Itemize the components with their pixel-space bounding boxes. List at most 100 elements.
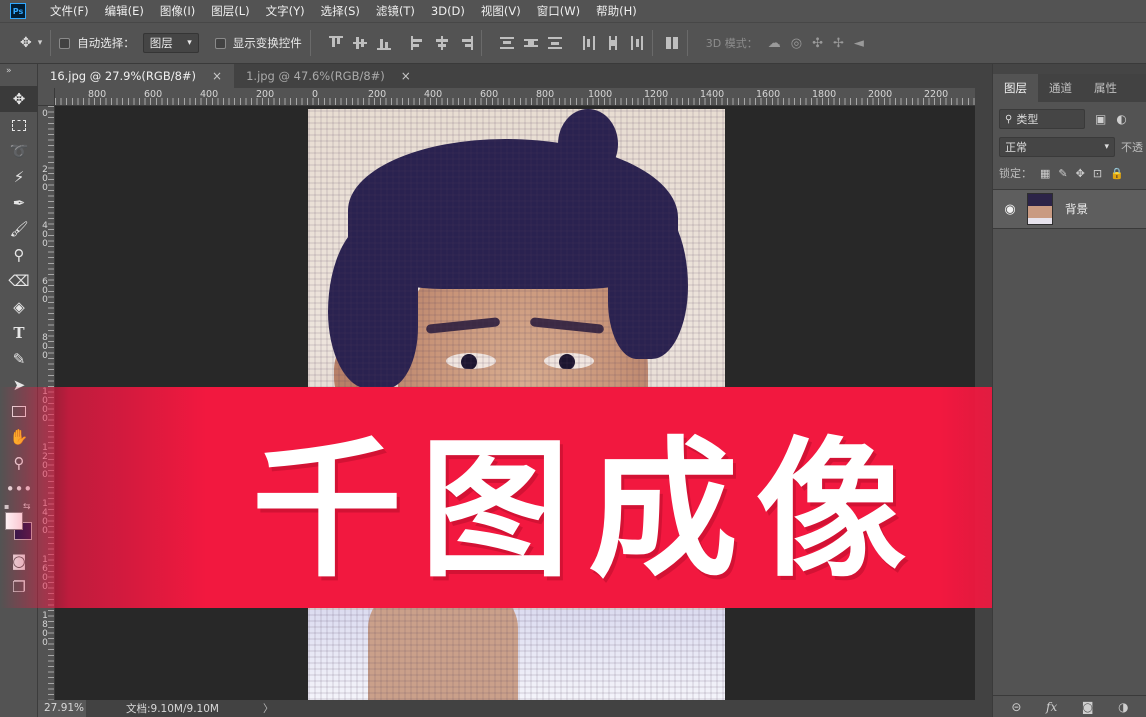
chevron-down-icon: ▾ — [187, 38, 192, 48]
orbit-3d-icon[interactable]: ☁ — [768, 36, 781, 51]
roll-3d-icon[interactable]: ◎ — [791, 36, 802, 51]
scale-3d-icon[interactable]: ◄ — [854, 36, 864, 51]
ruler-label: 1400 — [700, 89, 725, 100]
divider — [686, 30, 688, 56]
pen-icon[interactable]: ✎ — [0, 346, 38, 372]
ruler-corner[interactable] — [38, 88, 55, 106]
lock-image-icon[interactable]: ✎ — [1058, 167, 1067, 180]
type-icon[interactable]: T — [0, 320, 38, 346]
move-tool-icon[interactable]: ✥ — [20, 35, 32, 51]
ruler-label: 1600 — [756, 89, 781, 100]
brush-icon[interactable]: 🖌 — [0, 216, 38, 242]
new-adjustment-icon[interactable]: ◑ — [1118, 700, 1128, 714]
blend-row: 正常 ▾ 不透 — [999, 136, 1146, 158]
link-layers-icon[interactable]: ⊝ — [1011, 700, 1021, 714]
layer-filter-value: 类型 — [1016, 113, 1039, 126]
photoshop-window: Ps 文件(F) 编辑(E) 图像(I) 图层(L) 文字(Y) 选择(S) 滤… — [0, 0, 1146, 717]
search-icon: ⚲ — [1005, 113, 1013, 125]
menu-select[interactable]: 选择(S) — [313, 0, 368, 22]
panel-footer: ⊝ fx ◙ ◑ — [993, 695, 1146, 717]
move-icon[interactable]: ✥ — [0, 86, 38, 112]
divider — [309, 30, 311, 56]
mode-3d-label: 3D 模式： — [705, 37, 758, 50]
rect-marquee-icon[interactable] — [0, 112, 38, 138]
auto-select-target-dropdown[interactable]: 图层 ▾ — [142, 33, 199, 53]
tab-label: 1.jpg @ 47.6%(RGB/8#) — [246, 69, 385, 83]
close-icon[interactable]: × — [401, 69, 411, 83]
ruler-label: 400 — [200, 89, 219, 100]
lock-all-icon[interactable]: 🔒 — [1110, 167, 1124, 180]
ruler-label: 600 — [480, 89, 499, 100]
panel-grip-icon[interactable]: » — [0, 64, 37, 86]
fx-icon[interactable]: fx — [1046, 700, 1057, 714]
align-right-icon[interactable] — [459, 36, 473, 50]
adjustment-filter-icon[interactable]: ◐ — [1116, 112, 1126, 126]
clone-stamp-icon[interactable]: ⚲ — [0, 242, 38, 268]
menu-view[interactable]: 视图(V) — [473, 0, 529, 22]
image-filter-icon[interactable]: ▣ — [1095, 112, 1106, 126]
menu-edit[interactable]: 编辑(E) — [97, 0, 152, 22]
tab-channels[interactable]: 通道 — [1038, 74, 1083, 102]
ruler-label: 200 — [368, 89, 387, 100]
tab-layers[interactable]: 图层 — [993, 74, 1038, 102]
eyedropper-icon[interactable]: ✒ — [0, 190, 38, 216]
eraser-icon[interactable]: ⌫ — [0, 268, 38, 294]
auto-align-icon[interactable] — [665, 36, 679, 50]
tab-document-2[interactable]: 1.jpg @ 47.6%(RGB/8#) × — [234, 64, 423, 88]
menu-type[interactable]: 文字(Y) — [258, 0, 313, 22]
menu-window[interactable]: 窗口(W) — [529, 0, 588, 22]
quick-select-icon[interactable]: ⚡ — [0, 164, 38, 190]
ruler-label: 2200 — [924, 89, 949, 100]
status-menu-arrow[interactable]: 〉 — [263, 701, 274, 716]
distribute-vcenter-icon[interactable] — [523, 36, 538, 50]
divider — [480, 30, 482, 56]
artboard-lock-icon[interactable]: ⊡ — [1093, 167, 1102, 180]
menu-help[interactable]: 帮助(H) — [588, 0, 645, 22]
menu-image[interactable]: 图像(I) — [152, 0, 203, 22]
pan-3d-icon[interactable]: ✣ — [812, 36, 823, 51]
paint-bucket-icon[interactable]: ◈ — [0, 294, 38, 320]
chevron-down-icon[interactable]: ▾ — [38, 38, 43, 48]
align-hcenter-icon[interactable] — [435, 36, 449, 50]
zoom-level-field[interactable]: 27.91% — [38, 700, 86, 717]
distribute-top-icon[interactable] — [499, 36, 514, 50]
menu-layer[interactable]: 图层(L) — [203, 0, 257, 22]
ruler-label: 800 — [88, 89, 107, 100]
tab-document-1[interactable]: 16.jpg @ 27.9%(RGB/8#) × — [38, 64, 235, 88]
distribute-bottom-icon[interactable] — [547, 36, 562, 50]
layer-name[interactable]: 背景 — [1065, 201, 1088, 217]
menu-3d[interactable]: 3D(D) — [423, 0, 473, 22]
distribute-left-icon[interactable] — [582, 36, 596, 50]
menu-bar: Ps 文件(F) 编辑(E) 图像(I) 图层(L) 文字(Y) 选择(S) 滤… — [0, 0, 1146, 22]
menu-filter[interactable]: 滤镜(T) — [368, 0, 423, 22]
show-transform-checkbox[interactable] — [214, 37, 226, 49]
lasso-icon[interactable]: ➰ — [0, 138, 38, 164]
menu-file[interactable]: 文件(F) — [38, 0, 97, 22]
blend-mode-dropdown[interactable]: 正常 ▾ — [999, 137, 1115, 157]
close-icon[interactable]: × — [212, 69, 222, 83]
add-mask-icon[interactable]: ◙ — [1082, 700, 1094, 714]
layer-filter-dropdown[interactable]: ⚲ 类型 — [999, 109, 1085, 129]
align-left-icon[interactable] — [410, 36, 425, 50]
distribute-right-icon[interactable] — [630, 36, 644, 50]
ruler-label: 800 — [42, 333, 48, 361]
lock-transparent-icon[interactable]: ▦ — [1040, 167, 1050, 180]
options-bar: ✥ ▾ 自动选择： 图层 ▾ 显示变换控件 3D 模式： ☁ ◎ ✣ ✢ ◄ — [0, 22, 1146, 64]
lock-position-icon[interactable]: ✥ — [1076, 167, 1085, 180]
auto-select-checkbox[interactable] — [59, 37, 71, 49]
ruler-label: 0 — [312, 89, 319, 100]
slide-3d-icon[interactable]: ✢ — [833, 36, 844, 51]
distribute-hcenter-icon[interactable] — [606, 36, 620, 50]
ruler-horizontal[interactable]: 800 600 400 200 0 200 400 600 800 1000 1… — [55, 88, 975, 106]
align-top-icon[interactable] — [328, 36, 343, 50]
layer-row[interactable]: ◉ 背景 — [993, 189, 1146, 229]
align-vcenter-icon[interactable] — [352, 36, 367, 50]
align-bottom-icon[interactable] — [376, 36, 391, 50]
status-bar: 27.91% 文档:9.10M/9.10M 〉 — [38, 700, 992, 717]
tab-properties[interactable]: 属性 — [1083, 74, 1128, 102]
visibility-eye-icon[interactable]: ◉ — [993, 202, 1027, 217]
lock-row: 锁定： ▦ ✎ ✥ ⊡ 🔒 — [999, 164, 1146, 182]
blend-mode-value: 正常 — [1005, 141, 1027, 154]
panel-grip[interactable] — [993, 64, 1146, 74]
ruler-label: 600 — [42, 277, 48, 305]
